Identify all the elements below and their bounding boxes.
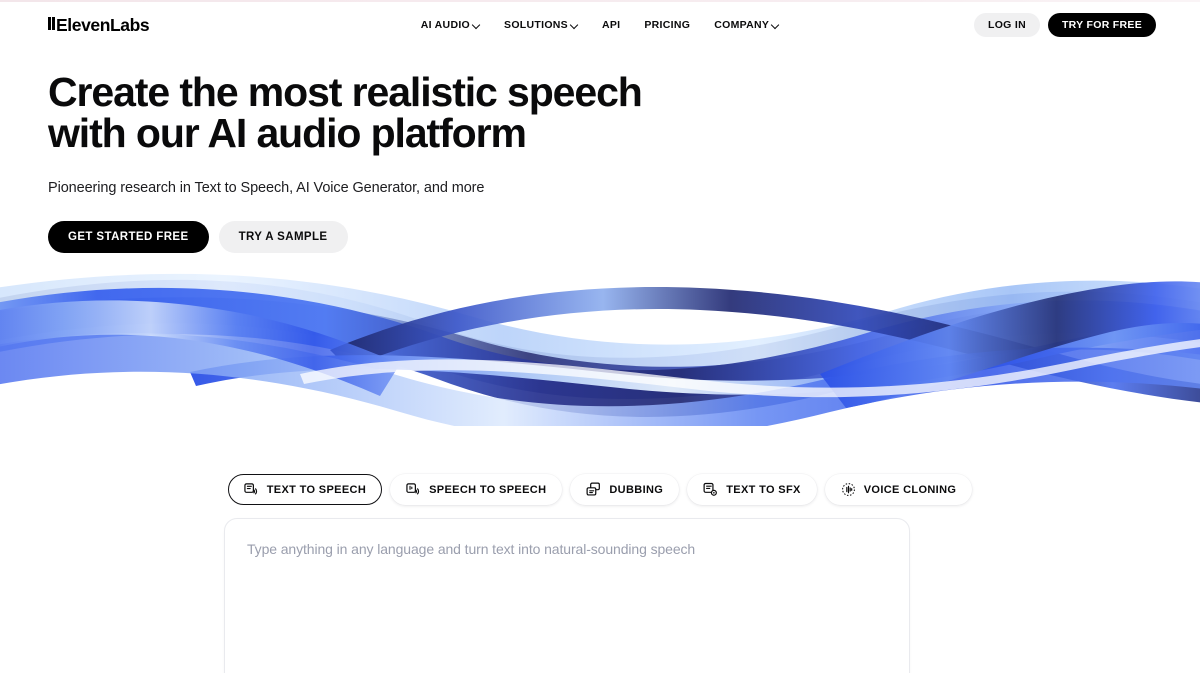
nav-item-pricing[interactable]: PRICING <box>644 19 690 31</box>
nav-label: COMPANY <box>714 19 770 31</box>
chevron-down-icon <box>571 21 578 28</box>
hero-title-line-1: Create the most realistic speech <box>48 69 643 115</box>
nav-label: AI AUDIO <box>420 19 471 31</box>
wave-svg <box>0 273 1200 426</box>
elevenlabs-logo[interactable]: ElevenLabs <box>48 14 150 36</box>
tab-label: SPEECH TO SPEECH <box>429 483 547 496</box>
nav-label: PRICING <box>644 19 691 31</box>
tab-speech-to-speech[interactable]: SPEECH TO SPEECH <box>390 474 563 505</box>
dubbing-icon <box>586 482 601 496</box>
chevron-down-icon <box>772 21 779 28</box>
text-to-speech-icon <box>244 483 257 495</box>
audio-wave-graphic <box>0 246 1200 426</box>
nav-item-solutions[interactable]: SOLUTIONS <box>504 19 578 31</box>
speech-text-input[interactable] <box>247 539 887 673</box>
tab-text-to-speech[interactable]: TEXT TO SPEECH <box>227 474 383 505</box>
nav-item-api[interactable]: API <box>602 19 620 31</box>
nav-item-ai-audio[interactable]: AI AUDIO <box>421 19 480 31</box>
header-actions: LOG IN TRY FOR FREE <box>974 13 1156 37</box>
hero-title-line-2: with our AI audio platform <box>48 110 527 156</box>
tab-text-to-sfx[interactable]: TEXT TO SFX <box>687 474 817 505</box>
elevenlabs-landing-page: ElevenLabs AI AUDIO SOLUTIONS API PRICIN… <box>0 0 1200 673</box>
tab-label: TEXT TO SFX <box>726 483 801 496</box>
hero-section: Create the most realistic speech with ou… <box>48 72 748 253</box>
nav-label: SOLUTIONS <box>504 19 568 31</box>
tab-dubbing[interactable]: DUBBING <box>570 474 680 505</box>
tab-voice-cloning[interactable]: VOICE CLONING <box>824 474 973 505</box>
logo-text: ElevenLabs <box>56 14 150 35</box>
logo-bars-icon <box>48 16 55 30</box>
page-title: Create the most realistic speech with ou… <box>48 72 748 154</box>
speech-editor-card <box>224 518 910 673</box>
hero-subtitle: Pioneering research in Text to Speech, A… <box>48 180 485 196</box>
voice-cloning-icon <box>841 483 855 496</box>
nav-item-company[interactable]: COMPANY <box>714 19 779 31</box>
speech-to-speech-icon <box>406 483 420 495</box>
tab-label: TEXT TO SPEECH <box>266 483 367 496</box>
try-for-free-button[interactable]: TRY FOR FREE <box>1047 13 1156 37</box>
nav-label: API <box>601 19 621 31</box>
site-header: ElevenLabs AI AUDIO SOLUTIONS API PRICIN… <box>0 0 1200 50</box>
feature-tab-bar: TEXT TO SPEECH SPEECH TO SPEECH DUBBING <box>0 474 1200 505</box>
text-to-sfx-icon <box>703 482 718 496</box>
log-in-button[interactable]: LOG IN <box>974 13 1040 37</box>
tab-label: VOICE CLONING <box>863 483 957 496</box>
chevron-down-icon <box>473 21 480 28</box>
tab-label: DUBBING <box>609 483 664 496</box>
